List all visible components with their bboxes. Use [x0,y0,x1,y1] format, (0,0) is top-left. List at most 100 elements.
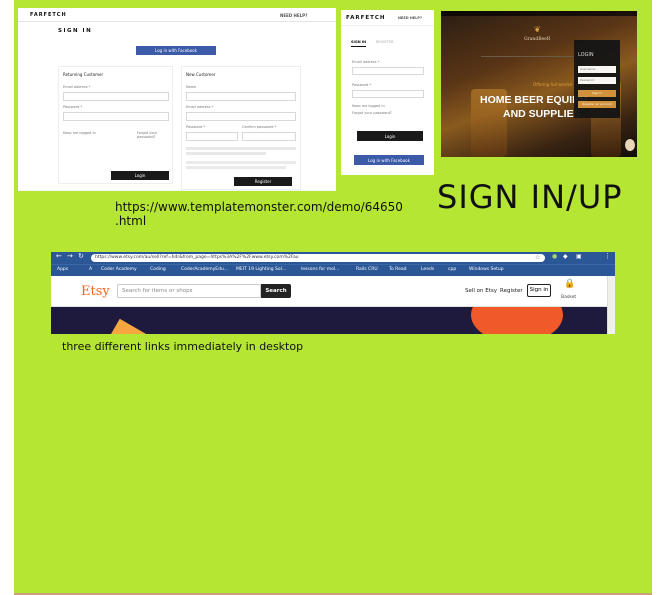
register-link[interactable]: Register [500,288,523,294]
beer-password-input[interactable]: Password [578,77,616,84]
bookmark-to-read[interactable]: To Read [389,267,406,272]
etsy-logo[interactable]: Etsy [81,284,110,299]
register-button-label: Register [254,179,272,184]
beer-site-screenshot: ❦ GrandBeeR Offering full service HOME B… [441,11,637,157]
basket-label[interactable]: Basket [561,295,576,300]
page-scrollbar[interactable] [607,276,615,334]
beer-username-input[interactable]: Username [578,66,616,73]
extension-icon-2[interactable]: ◆ [563,253,568,260]
farfetch-desktop-screenshot: FARFETCH NEED HELP? SIGN IN Log in with … [18,8,336,191]
address-bar[interactable]: https://www.etsy.com/au/sell?ref=hdr&fro… [91,254,545,262]
url-note-line-1: https://www.templatemonster.com/demo/646… [115,200,403,214]
bookmark-lessons[interactable]: lessons for mol... [301,267,339,272]
etsy-search-input[interactable]: Search for items or shops [117,284,261,298]
browser-menu-icon[interactable]: ⋮ [604,252,611,260]
new-email-label: Email address * [186,105,214,109]
forgot-password-link[interactable]: Forgot your password? [137,131,172,139]
back-icon[interactable]: ← [56,252,62,260]
hero-shape-left [102,318,150,334]
password-label: Password * [63,105,83,109]
keep-logged-checkbox[interactable]: Keep me logged in [63,131,96,135]
facebook-login-button[interactable]: Log in with Facebook [136,46,216,55]
newsletter-text [186,161,296,164]
tab-underline [351,46,366,47]
forward-icon[interactable]: → [67,252,73,260]
terms-text-2 [186,152,266,155]
etsy-browser-screenshot: ← → ↻ https://www.etsy.com/au/sell?ref=h… [51,252,615,334]
mobile-keep-logged-checkbox[interactable]: Keep me logged in [352,104,385,108]
basket-icon[interactable]: 🔒 [564,279,575,289]
mobile-login-label: Login [384,133,396,139]
mobile-need-help-link[interactable]: NEED HELP? [398,16,422,20]
need-help-link[interactable]: NEED HELP? [280,13,307,18]
bookmark-rails[interactable]: Rails CRU [356,267,378,272]
sign-in-up-heading: SIGN IN/UP [437,178,623,216]
newsletter-text-2 [186,166,286,169]
tab-register[interactable]: REGISTER [376,40,393,44]
beer-signin-label: Sign in [591,91,603,95]
bookmark-apps[interactable]: Apps [57,267,68,272]
mobile-password-label: Password * [352,83,372,87]
mobile-farfetch-logo[interactable]: FARFETCH [346,15,386,21]
beer-signin-button[interactable]: Sign in [578,90,616,97]
star-icon[interactable]: ☆ [535,254,540,262]
facebook-button-label: Log in with Facebook [155,48,197,53]
beer-headline-1: HOME BEER EQUIPM [480,94,588,106]
login-button[interactable]: Login [111,171,169,180]
new-password-input[interactable] [186,132,238,141]
mobile-forgot-password-link[interactable]: Forgot your password? [352,111,392,115]
mobile-email-input[interactable] [352,67,424,75]
email-label: Email address * [63,85,91,89]
hero-shape-right [471,307,563,334]
bookmark-a[interactable]: A [89,267,92,272]
etsy-search-button[interactable]: Search [261,284,291,298]
farfetch-logo[interactable]: FARFETCH [30,12,67,18]
etsy-search-label: Search [265,288,287,294]
reload-icon[interactable]: ↻ [78,252,84,260]
chat-icon[interactable] [625,139,635,151]
beer-login-title: LOGIN [578,52,594,58]
beer-register-button[interactable]: Register an account [578,101,616,108]
mobile-password-input[interactable] [352,90,424,98]
beer-login-dropdown: LOGIN Username Password Sign in Register… [574,40,620,118]
confirm-password-input[interactable] [242,132,296,141]
beer-username-placeholder: Username [580,67,596,71]
new-customer-panel: New Customer Name Email address * Passwo… [181,66,301,190]
extension-icon-3[interactable]: ▣ [576,253,582,260]
name-label: Name [186,85,197,89]
hop-icon: ❦ [534,25,541,34]
bookmark-coding[interactable]: Coding [150,267,166,272]
beer-password-placeholder: Password [580,78,595,82]
beer-headline-2: AND SUPPLIES [503,108,581,120]
etsy-signin-button[interactable]: Sign in [527,284,551,297]
bookmark-coder-academy[interactable]: Coder Academy [101,267,137,272]
new-customer-title: New Customer [186,72,216,77]
beer-logo[interactable]: GrandBeeR [524,37,550,42]
bookmark-leeds[interactable]: Leeds [421,267,434,272]
new-email-input[interactable] [186,112,296,121]
bookmark-coderacademyedu[interactable]: CoderAcademyEdu... [181,267,228,272]
login-button-label: Login [134,173,146,178]
extension-icon[interactable]: ● [552,253,557,260]
name-input[interactable] [186,92,296,101]
mobile-email-label: Email address * [352,60,380,64]
bookmark-meit[interactable]: MEIT 19 Lighting Sol... [236,267,286,272]
email-input[interactable] [63,92,169,101]
farfetch-header: FARFETCH NEED HELP? [18,8,336,22]
mobile-facebook-button[interactable]: Log in with Facebook [354,155,424,165]
browser-toolbar: ← → ↻ https://www.etsy.com/au/sell?ref=h… [51,252,615,264]
mobile-facebook-label: Log in with Facebook [368,157,410,163]
terms-text [186,147,296,150]
new-password-label: Password * [186,125,206,129]
beer-topbar [441,11,637,16]
etsy-header: Etsy Search for items or shops Search Se… [51,276,615,307]
bookmark-windows-setup[interactable]: Windows Setup [469,267,504,272]
bookmark-cpp[interactable]: cpp [448,267,456,272]
sell-on-etsy-link[interactable]: Sell on Etsy [465,288,497,294]
mobile-login-button[interactable]: Login [357,131,423,141]
caption-note: three different links immediately in des… [62,340,304,353]
register-button[interactable]: Register [234,177,292,186]
tab-signin[interactable]: SIGN IN [351,40,366,44]
password-input[interactable] [63,112,169,121]
bookmarks-bar: Apps A Coder Academy Coding CoderAcademy… [51,264,615,276]
